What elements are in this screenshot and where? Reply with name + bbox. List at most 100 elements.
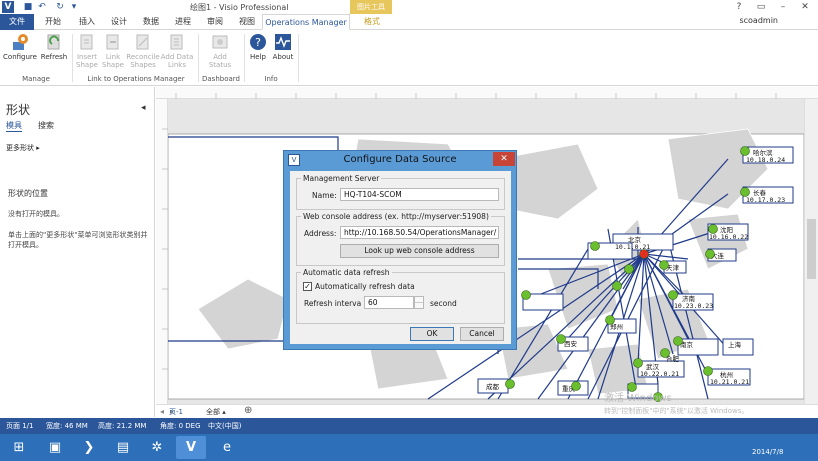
help-button[interactable]: ? Help [246,32,270,61]
window-title: 绘图1 - Visio Professional [190,3,289,12]
close-window-button[interactable]: ✕ [794,0,816,14]
minimize-button[interactable]: – [772,0,794,14]
status-dot-shenyang[interactable] [708,224,718,234]
tab-design[interactable]: 设计 [104,14,134,30]
ok-button[interactable]: OK [410,327,454,341]
status-dot-jinan[interactable] [668,290,678,300]
status-dot-chongqing[interactable] [571,381,581,391]
cancel-button[interactable]: Cancel [460,327,504,341]
status-dot-taiyuan[interactable] [612,281,622,291]
visio-taskbar-icon[interactable]: V [176,436,206,459]
status-dot-xian[interactable] [556,334,566,344]
title-bar: V ■ ↶ ↻ ▾ 绘图1 - Visio Professional 图片工具 … [0,0,818,14]
status-dot-hangzhou[interactable] [703,366,713,376]
node-ip-shenyang: 10.16.0.22 [709,233,748,241]
link-shape-button[interactable]: Link Shape [100,32,126,69]
save-icon[interactable]: ■ [22,1,34,13]
status-dot-zhengzhou[interactable] [605,315,615,325]
status-dot-changsha[interactable] [627,382,637,392]
status-page[interactable]: 页面 1/1 [6,418,34,434]
internet-explorer-icon[interactable]: e [212,436,242,459]
add-data-links-button[interactable]: Add Data Links [160,32,194,69]
page-prev-icon[interactable]: ◂ [160,407,164,416]
start-windows-icon[interactable]: ⊞ [4,436,34,459]
vertical-scrollbar[interactable] [804,99,818,404]
node-label-xian: 西安 [564,339,578,348]
customize-quick-access-icon[interactable]: ▾ [68,1,80,13]
status-dot-shijiazhuang[interactable] [624,264,634,274]
insert-shape-button[interactable]: Insert Shape [74,32,100,69]
configure-data-source-dialog: V Configure Data Source ✕ Management Ser… [283,150,517,350]
name-label: Name: [312,191,337,200]
stencil-hint-text: 单击上面的"更多形状"菜单可浏览形状类别并打开模具。 [8,231,148,249]
status-dot-tianjin[interactable] [659,260,669,270]
refresh-button[interactable]: Refresh [40,32,68,61]
tab-view[interactable]: 视图 [232,14,262,30]
more-shapes-menu[interactable]: 更多形状 ▸ [6,143,40,153]
status-dot-wuhan[interactable] [633,358,643,368]
powershell-icon[interactable]: ❯ [74,436,104,459]
refresh-interval-input[interactable]: 60 [364,296,414,309]
tab-insert[interactable]: 插入 [72,14,102,30]
tab-format[interactable]: 格式 [354,14,390,30]
interval-spinner[interactable] [414,296,424,309]
web-console-address-input[interactable]: http://10.168.50.54/OperationsManager/ [340,226,499,239]
group-separator [198,34,199,82]
group-separator [298,34,299,82]
status-dot-harbin[interactable] [740,146,750,156]
status-dot-chengdu[interactable] [505,379,515,389]
help-circle-icon: ? [250,34,266,50]
add-page-icon[interactable]: ⊕ [244,405,252,416]
tab-review[interactable]: 审阅 [200,14,230,30]
tab-file[interactable]: 文件 [0,14,34,30]
about-button[interactable]: About [270,32,296,61]
tab-data[interactable]: 数据 [136,14,166,30]
status-dot-hefei[interactable] [660,348,670,358]
redo-icon[interactable]: ↻ [54,1,66,13]
chevron-right-icon: ▸ [36,144,40,152]
reconcile-shapes-button[interactable]: Reconcile Shapes [126,32,160,69]
tab-search[interactable]: 搜索 [38,120,54,131]
collapse-pane-icon[interactable]: ◂ [141,103,146,113]
about-pulse-icon [275,34,291,50]
status-dot-lanzhou[interactable] [521,290,531,300]
tab-stencils[interactable]: 模具 [6,120,22,132]
dialog-close-button[interactable]: ✕ [493,152,515,166]
lookup-web-console-button[interactable]: Look up web console address [340,244,499,258]
undo-icon[interactable]: ↶ [36,1,48,13]
status-dot-nanjing[interactable] [673,336,683,346]
reconcile-shapes-icon [136,34,149,50]
refresh-icon [47,34,60,50]
scrollbar-thumb[interactable] [807,219,816,279]
status-language[interactable]: 中文(中国) [208,418,241,434]
settings-gear-icon[interactable]: ✲ [142,436,172,459]
tab-operations-manager[interactable]: Operations Manager [262,14,350,30]
all-pages-menu[interactable]: 全部 ▴ [206,407,226,417]
server-manager-icon[interactable]: ▣ [40,436,70,459]
status-dot-changchun[interactable] [740,187,750,197]
file-explorer-icon[interactable]: ▤ [108,436,138,459]
add-data-links-icon [170,34,183,50]
configure-button[interactable]: Configure [2,32,38,61]
server-name-input[interactable]: HQ-T104-SCOM [340,188,499,201]
tab-process[interactable]: 进程 [168,14,198,30]
horizontal-ruler [156,87,818,99]
status-dot-beijing[interactable] [639,249,649,259]
page-tab-1[interactable]: 页-1 [169,407,183,417]
tab-home[interactable]: 开始 [38,14,68,30]
vertical-ruler [156,99,168,404]
auto-refresh-checkbox[interactable]: ✓ [303,282,312,291]
context-group-picture-tools: 图片工具 [350,0,392,14]
interval-unit-label: second [430,299,457,308]
user-account[interactable]: scoadmin [739,16,778,25]
insert-shape-icon [80,34,93,50]
add-status-button[interactable]: Add Status [204,32,236,69]
help-icon[interactable]: ? [728,0,750,14]
status-dot-beijing-2[interactable] [590,241,600,251]
status-dot-dalian[interactable] [705,249,715,259]
spinner-up-icon[interactable] [415,297,423,303]
windows-taskbar: ⊞ ▣ ❯ ▤ ✲ V e 2014/7/8 [0,434,818,461]
shapes-pane: 形状 ◂ 模具 搜索 更多形状 ▸ 形状的位置 没有打开的模具。 单击上面的"更… [0,87,155,417]
ribbon-display-icon[interactable]: ▭ [750,0,772,14]
node-label-chengdu: 成都 [486,382,500,391]
